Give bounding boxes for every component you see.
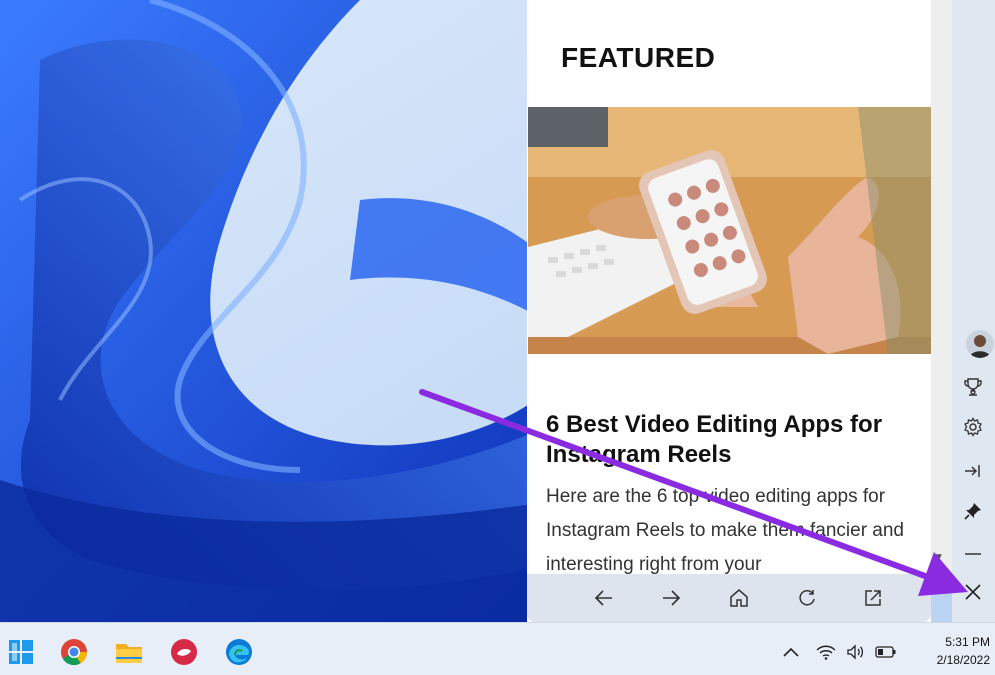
home-icon[interactable] — [723, 582, 755, 614]
edge-icon[interactable] — [224, 637, 254, 667]
wifi-icon[interactable] — [815, 642, 837, 662]
chevron-up-icon[interactable] — [780, 642, 802, 662]
trophy-icon[interactable] — [960, 374, 986, 400]
article-title[interactable]: 6 Best Video Editing Apps for Instagram … — [546, 410, 916, 470]
gear-icon[interactable] — [960, 414, 986, 440]
windows-start-icon[interactable] — [6, 637, 36, 667]
avatar[interactable] — [966, 330, 994, 358]
scroll-down-arrow-icon[interactable]: ▼ — [935, 553, 942, 563]
battery-icon[interactable] — [875, 642, 897, 662]
forward-arrow-icon[interactable] — [655, 582, 687, 614]
panel-navigation-bar — [527, 574, 931, 622]
close-icon[interactable] — [960, 579, 986, 605]
article-excerpt: Here are the 6 top video editing apps fo… — [546, 486, 905, 575]
move-to-side-icon[interactable] — [960, 458, 986, 484]
pdf-app-icon[interactable] — [169, 637, 199, 667]
clock-date: 2/18/2022 — [936, 653, 990, 667]
taskbar: 5:31 PM 2/18/2022 — [0, 622, 995, 675]
refresh-icon[interactable] — [791, 582, 823, 614]
open-in-new-tab-icon[interactable] — [857, 582, 889, 614]
featured-heading: FEATURED — [561, 42, 716, 73]
featured-article-image[interactable] — [528, 107, 931, 354]
system-clock[interactable]: 5:31 PM 2/18/2022 — [910, 633, 990, 669]
volume-icon[interactable] — [845, 642, 867, 662]
clock-time: 5:31 PM — [945, 635, 990, 649]
pin-icon[interactable] — [960, 498, 986, 524]
sidebar-rail — [952, 0, 995, 622]
file-explorer-icon[interactable] — [114, 637, 144, 667]
sidebar-web-panel[interactable]: FEATURED 6 Best Video Editing Apps for I… — [527, 0, 931, 622]
panel-scrollbar[interactable] — [931, 0, 952, 574]
chrome-icon[interactable] — [59, 637, 89, 667]
back-arrow-icon[interactable] — [588, 582, 620, 614]
minimize-icon[interactable] — [960, 538, 986, 564]
